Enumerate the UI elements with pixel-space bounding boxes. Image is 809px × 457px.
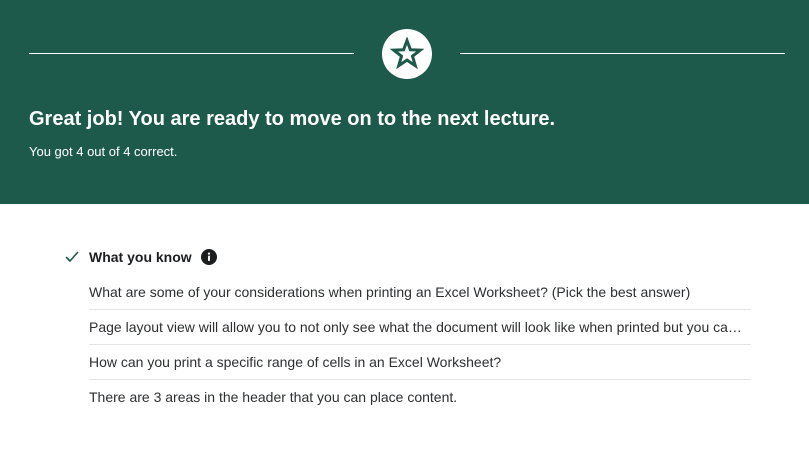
- question-item: There are 3 areas in the header that you…: [89, 389, 458, 405]
- question-list: What are some of your considerations whe…: [89, 275, 751, 415]
- question-item: What are some of your considerations whe…: [89, 275, 751, 310]
- result-headline: Great job! You are ready to move on to t…: [29, 108, 556, 130]
- divider-right: [460, 53, 785, 54]
- score-text: You got 4 out of 4 correct.: [29, 144, 178, 159]
- check-icon: [64, 249, 80, 265]
- star-badge: [382, 29, 432, 79]
- question-item: Page layout view will allow you to not o…: [89, 310, 751, 345]
- question-item: How can you print a specific range of ce…: [89, 345, 751, 380]
- divider-left: [29, 53, 354, 54]
- info-icon[interactable]: [200, 249, 217, 265]
- section-title: What you know: [89, 249, 192, 265]
- result-banner: Great job! You are ready to move on to t…: [0, 0, 809, 204]
- section-header: What you know: [64, 247, 217, 267]
- star-icon: [390, 37, 424, 70]
